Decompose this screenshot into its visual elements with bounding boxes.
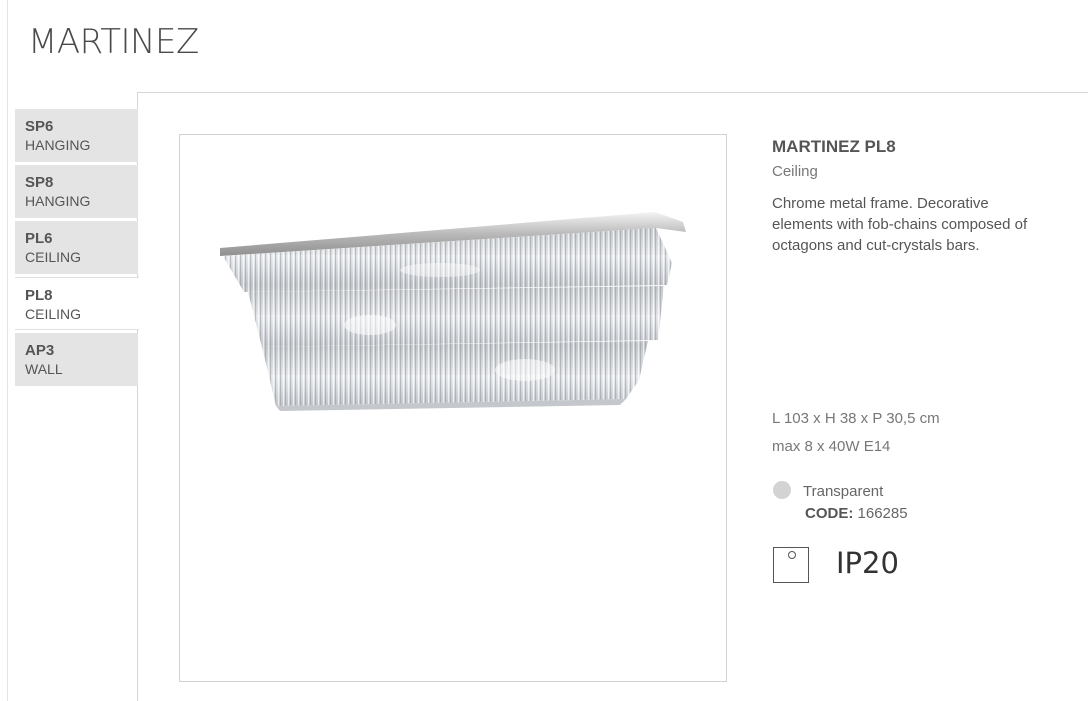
product-details: MARTINEZ PL8 Ceiling Chrome metal frame.… xyxy=(772,136,1072,256)
product-description: Chrome metal frame. Decorative elements … xyxy=(772,195,1028,254)
tab-code: SP6 xyxy=(25,118,54,135)
product-code: CODE: 166285 xyxy=(805,505,908,522)
page-title: MARTINEZ xyxy=(28,22,199,62)
tab-code: AP3 xyxy=(25,342,55,359)
dimensions-text: L 103 x H 38 x P 30,5 cm xyxy=(772,410,940,427)
bulbs-text: max 8 x 40W E14 xyxy=(772,438,891,455)
product-specs: L 103 x H 38 x P 30,5 cm max 8 x 40W E14 xyxy=(772,409,940,465)
tab-code: PL8 xyxy=(25,287,53,304)
code-label: CODE: xyxy=(805,505,854,522)
product-name: MARTINEZ PL8 xyxy=(772,137,896,156)
ip-rating-icon xyxy=(773,547,809,583)
tab-type: HANGING xyxy=(25,193,91,209)
variant-tabs: SP6 HANGING SP8 HANGING PL6 CEILING PL8 … xyxy=(15,109,139,389)
tab-ap3[interactable]: AP3 WALL xyxy=(15,333,138,386)
product-type: Ceiling xyxy=(772,163,818,180)
crystal-ceiling-lamp-icon xyxy=(220,212,686,411)
left-divider xyxy=(7,0,8,701)
tab-pl6[interactable]: PL6 CEILING xyxy=(15,221,138,274)
code-value: 166285 xyxy=(857,505,908,522)
tab-pl8[interactable]: PL8 CEILING xyxy=(15,277,139,330)
ip-rating: IP20 xyxy=(836,546,899,580)
tab-type: HANGING xyxy=(25,137,91,153)
finish-name: Transparent xyxy=(803,483,884,500)
tab-code: SP8 xyxy=(25,174,54,191)
tab-type: CEILING xyxy=(25,249,82,265)
tab-type: CEILING xyxy=(25,306,82,322)
tab-sp8[interactable]: SP8 HANGING xyxy=(15,165,138,218)
finish-swatch[interactable] xyxy=(773,481,791,499)
ip-icon-circle xyxy=(788,551,796,559)
product-image[interactable] xyxy=(179,134,727,682)
lamp-body xyxy=(220,212,686,411)
tab-type: WALL xyxy=(25,361,63,377)
tab-code: PL6 xyxy=(25,230,53,247)
tab-sp6[interactable]: SP6 HANGING xyxy=(15,109,138,162)
